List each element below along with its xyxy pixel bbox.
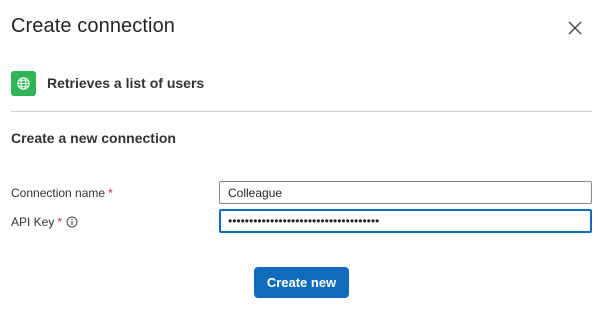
api-key-label: API Key * (11, 215, 78, 229)
close-button[interactable] (562, 15, 588, 41)
dialog-title: Create connection (11, 15, 176, 37)
required-marker: * (57, 215, 63, 229)
connection-name-input[interactable] (219, 181, 592, 204)
required-marker: * (108, 186, 113, 200)
create-connection-dialog: Create connection Retrieves a list of us… (0, 0, 602, 330)
create-new-button[interactable]: Create new (254, 267, 349, 298)
connection-name-label: Connection name * (11, 186, 113, 200)
api-key-label-text: API Key (11, 215, 55, 229)
action-label: Retrieves a list of users (47, 75, 205, 91)
info-icon[interactable] (66, 216, 78, 228)
api-key-input[interactable] (219, 209, 592, 233)
divider (11, 111, 592, 112)
close-icon (568, 21, 582, 35)
globe-icon (11, 70, 36, 96)
connection-name-label-text: Connection name (11, 186, 106, 200)
section-title: Create a new connection (11, 130, 176, 146)
action-summary: Retrieves a list of users (11, 70, 204, 96)
